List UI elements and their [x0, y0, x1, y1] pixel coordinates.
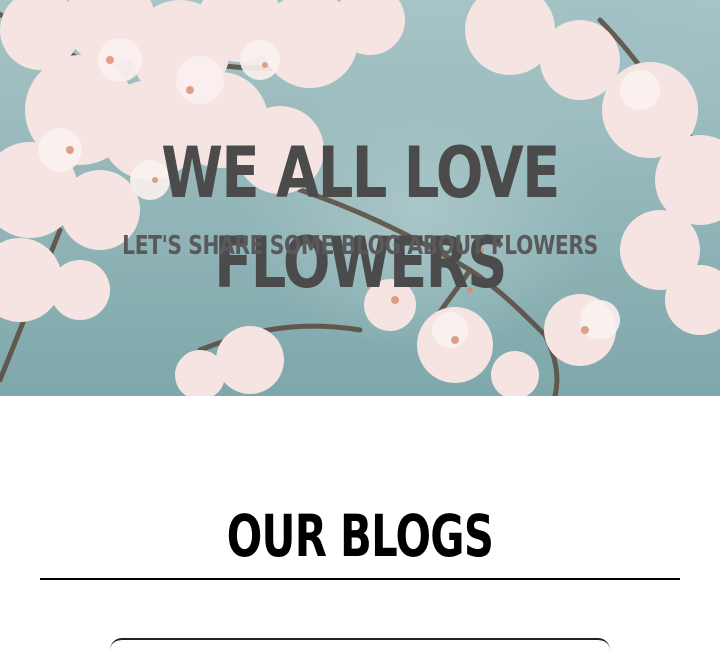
section-divider	[40, 578, 680, 580]
blogs-section: OUR BLOGS	[0, 396, 720, 642]
hero-banner: WE ALL LOVE FLOWERS LET'S SHARE SOME BLO…	[0, 0, 720, 396]
hero-title: WE ALL LOVE FLOWERS	[161, 132, 560, 304]
hero-subtitle: LET'S SHARE SOME BLOG ABOUT FLOWERS	[122, 231, 598, 261]
blog-card[interactable]	[110, 638, 610, 650]
blogs-heading: OUR BLOGS	[226, 502, 494, 570]
